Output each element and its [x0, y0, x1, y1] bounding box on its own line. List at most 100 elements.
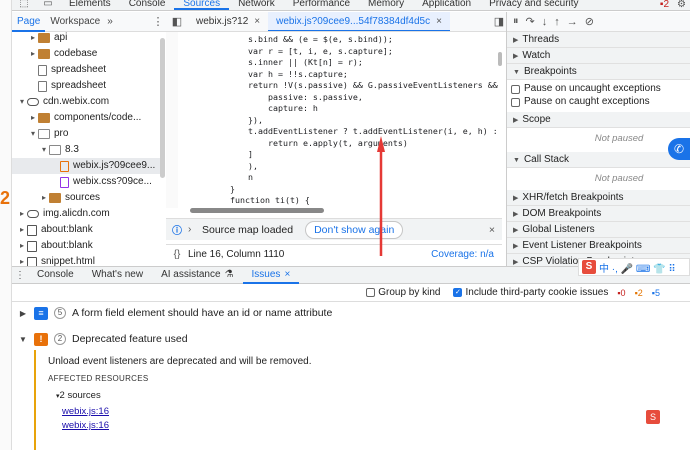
coverage-status[interactable]: Coverage: n/a	[431, 249, 494, 260]
chevron-down-icon[interactable]: ▾	[39, 142, 49, 158]
step-icon[interactable]: →	[567, 16, 578, 28]
debugger-section[interactable]: ▶ Event Listener Breakpoints	[507, 238, 690, 254]
third-party-checkbox[interactable]: ✓	[453, 288, 463, 297]
code-editor[interactable]: s.bind && (e = $(e, s.bind)); var r = [t,…	[166, 32, 502, 208]
device-toolbar-icon[interactable]: ▭	[36, 0, 60, 10]
tree-item[interactable]: webix.js?09cee9...	[12, 158, 160, 174]
tree-item[interactable]: ▸ api	[12, 32, 160, 46]
info-count: ▪5	[651, 287, 660, 298]
chevron-right-icon: ▶	[513, 227, 519, 234]
chevron-right-icon[interactable]: ▸	[17, 222, 27, 238]
code-horizontal-scrollbar[interactable]	[190, 208, 324, 213]
inspect-icon[interactable]: ⬚	[12, 0, 36, 10]
third-party-label: Include third-party cookie issues	[465, 287, 609, 298]
drawer-tab[interactable]: What's new	[83, 267, 152, 284]
tree-item[interactable]: ▸ about:blank	[12, 238, 160, 254]
close-icon[interactable]: ×	[254, 12, 260, 31]
step-out-icon[interactable]: ↑	[554, 16, 560, 28]
chevron-right-icon[interactable]: ▸	[28, 110, 38, 126]
pretty-print-icon[interactable]: {}	[166, 249, 188, 260]
group-by-kind-checkbox[interactable]	[366, 288, 376, 297]
tab-workspace[interactable]: Workspace	[45, 12, 105, 32]
editor-tab-active[interactable]: webix.js?09cee9...54f78384df4d5c ×	[268, 12, 450, 31]
pause-icon[interactable]: ⏸	[513, 15, 519, 28]
issue-row[interactable]: ▼ ! 2 Deprecated feature used	[12, 326, 662, 352]
tree-item[interactable]: ▸ about:blank	[12, 222, 160, 238]
debugger-section[interactable]: ▶ Global Listeners	[507, 222, 690, 238]
tree-item[interactable]: ▸ codebase	[12, 46, 160, 62]
tab-privacy[interactable]: Privacy and security	[480, 0, 587, 10]
info-icon: ⓘ	[172, 226, 182, 237]
source-link[interactable]: webix.js:16	[62, 420, 109, 431]
drawer-tab[interactable]: Console	[28, 267, 83, 284]
tree-item[interactable]: ▾ pro	[12, 126, 160, 142]
tree-item[interactable]: ▸ snippet.html	[12, 254, 160, 266]
drawer-tab-label: Issues	[251, 268, 281, 280]
checkbox[interactable]	[511, 84, 520, 94]
debugger-section[interactable]: ▶ DOM Breakpoints	[507, 206, 690, 222]
phone-icon[interactable]: ✆	[668, 138, 690, 160]
debugger-section[interactable]: ▼ Breakpoints	[507, 64, 690, 80]
tab-network[interactable]: Network	[229, 0, 284, 10]
close-icon[interactable]: ×	[436, 12, 442, 30]
pause-exception-option[interactable]: Pause on uncaught exceptions	[511, 82, 661, 96]
toggle-navigator-icon[interactable]: ◧	[166, 15, 188, 28]
tab-sources[interactable]: Sources	[174, 0, 230, 10]
issues-badge[interactable]: ▪2	[656, 0, 673, 10]
tree-item[interactable]: ▸ sources	[12, 190, 160, 206]
tab-application[interactable]: Application	[413, 0, 480, 10]
gear-icon[interactable]: ⚙	[673, 0, 690, 10]
checkbox[interactable]	[511, 97, 520, 107]
code-vertical-scrollbar[interactable]	[498, 52, 502, 66]
cloud-icon	[27, 210, 39, 218]
tree-scrollbar[interactable]	[160, 38, 165, 178]
chevron-down-icon[interactable]: ▾	[28, 126, 38, 142]
tree-item[interactable]: spreadsheet	[12, 62, 160, 78]
tree-item[interactable]: ▾ cdn.webix.com	[12, 94, 160, 110]
chevron-right-icon[interactable]: ▸	[28, 46, 38, 62]
tab-performance[interactable]: Performance	[284, 0, 359, 10]
debugger-section[interactable]: ▶ Threads	[507, 32, 690, 48]
drawer-tab[interactable]: Issues ×	[242, 267, 300, 284]
kebab-menu-icon[interactable]: ⋮	[150, 15, 166, 28]
tab-page[interactable]: Page	[12, 12, 46, 32]
deactivate-breakpoints-icon[interactable]: ⊘	[585, 15, 594, 28]
pause-exception-option[interactable]: Pause on caught exceptions	[511, 95, 650, 109]
chevron-right-icon[interactable]: ▸	[17, 238, 27, 254]
chevron-right-icon[interactable]: ▸	[28, 32, 38, 46]
dont-show-again-button[interactable]: Don't show again	[305, 220, 404, 239]
close-icon[interactable]: ×	[284, 269, 290, 280]
tab-console[interactable]: Console	[120, 0, 175, 10]
tab-elements[interactable]: Elements	[60, 0, 120, 10]
drawer-menu-icon[interactable]: ⋮	[12, 270, 28, 281]
close-icon[interactable]: ×	[482, 224, 502, 236]
chevron-right-icon[interactable]: ›	[188, 224, 202, 235]
tree-item[interactable]: ▸ img.alicdn.com	[12, 206, 160, 222]
source-link[interactable]: webix.js:16	[62, 406, 109, 417]
debugger-section[interactable]: ▶ XHR/fetch Breakpoints	[507, 190, 690, 206]
tree-item[interactable]: webix.css?09ce...	[12, 174, 160, 190]
drawer-tab-label: Console	[37, 268, 74, 280]
debugger-section[interactable]: ▼ Call Stack	[507, 152, 690, 168]
chevron-right-icon[interactable]: ▸	[17, 254, 27, 266]
chevron-down-icon[interactable]: ▾	[17, 94, 27, 110]
sogou-icon[interactable]: S	[646, 410, 660, 424]
not-paused-text: Not paused	[594, 173, 644, 184]
editor-tab[interactable]: webix.js?12 ×	[188, 12, 268, 31]
step-into-icon[interactable]: ↓	[542, 16, 548, 28]
issue-row[interactable]: ▶ ≡ 5 A form field element should have a…	[12, 300, 662, 326]
tab-memory[interactable]: Memory	[359, 0, 413, 10]
drawer-tab[interactable]: AI assistance ⚗	[152, 267, 242, 284]
debugger-section[interactable]: ▶ Scope	[507, 112, 690, 128]
chevron-right-icon: ▶	[19, 308, 27, 318]
tree-item[interactable]: ▸ components/code...	[12, 110, 160, 126]
tree-item[interactable]: ▾ 8.3	[12, 142, 160, 158]
more-tabs-icon[interactable]: »	[107, 16, 113, 27]
ime-toolbar[interactable]: S 中 ·, 🎤 ⌨ 👕 ⠿	[578, 258, 690, 276]
sources-toggle[interactable]: ▾2 sources	[56, 390, 101, 401]
chevron-right-icon[interactable]: ▸	[39, 190, 49, 206]
chevron-right-icon[interactable]: ▸	[17, 206, 27, 222]
debugger-section[interactable]: ▶ Watch	[507, 48, 690, 64]
tree-item[interactable]: spreadsheet	[12, 78, 160, 94]
step-over-icon[interactable]: ↷	[526, 15, 535, 28]
